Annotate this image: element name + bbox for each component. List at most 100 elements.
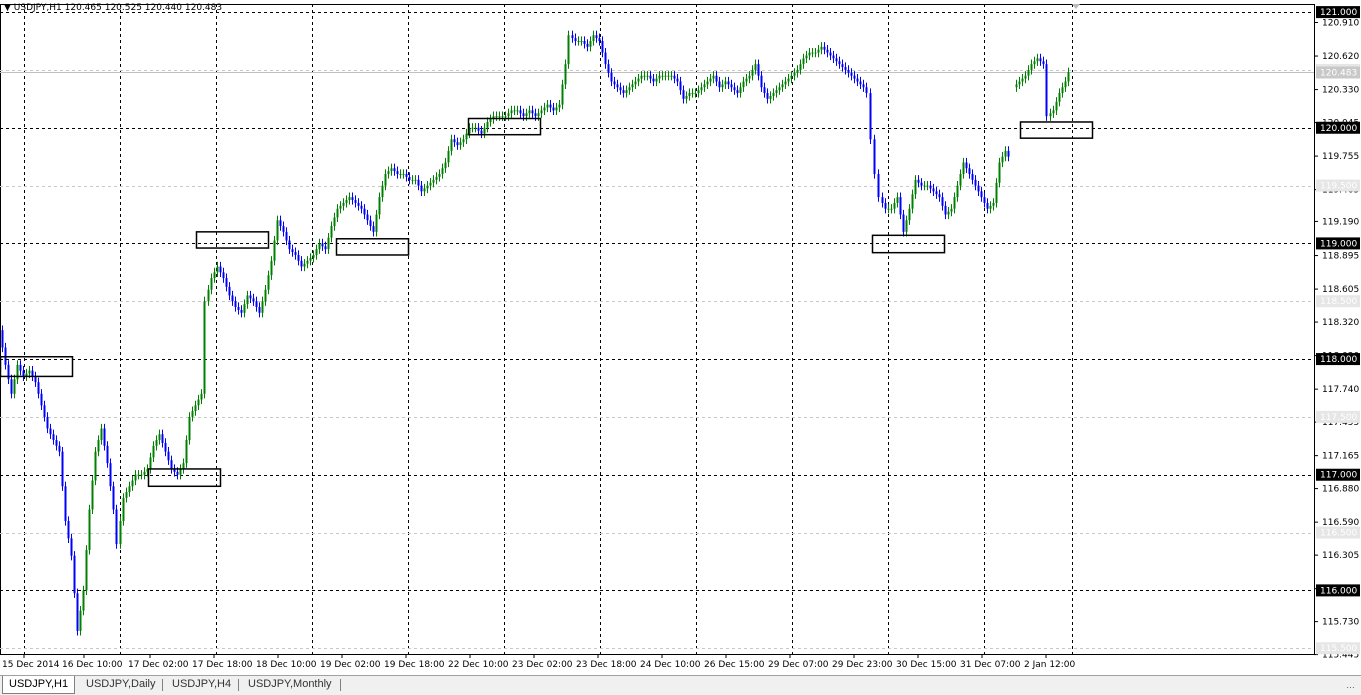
price-tick-label: 119.190 — [1322, 217, 1359, 227]
scroll-grip-icon[interactable]: … — [1325, 680, 1355, 690]
candle-body — [552, 107, 555, 111]
candle-body — [222, 272, 225, 279]
candle-body — [808, 52, 811, 56]
candle-body — [444, 162, 447, 169]
candle-body — [372, 226, 375, 232]
triangle-down-icon[interactable]: ▼ — [4, 3, 11, 13]
candle-body — [70, 538, 73, 556]
candle-body — [595, 35, 598, 39]
tab-usdjpy-h4[interactable]: USDJPY,H4 — [166, 676, 237, 694]
candle-body — [441, 168, 444, 175]
candle-body — [46, 416, 49, 429]
candle-body — [152, 445, 155, 458]
support-resistance-box — [335, 238, 410, 256]
candle-body — [450, 139, 453, 151]
candle-body — [303, 263, 306, 267]
candle-body — [531, 110, 534, 114]
candle-body — [592, 35, 595, 42]
candle-body — [667, 75, 670, 77]
candle-body — [37, 382, 40, 394]
candle-body — [528, 110, 531, 114]
candle-body — [459, 142, 462, 146]
candle-body — [369, 220, 372, 227]
candle-body — [953, 197, 956, 209]
candle-body — [58, 445, 61, 452]
candle-body — [1067, 72, 1070, 82]
time-tick-label: 23 Dec 18:00 — [576, 660, 637, 670]
candle-body — [405, 174, 408, 177]
candle-body — [291, 249, 294, 253]
candle-body — [1001, 156, 1004, 163]
chart-area[interactable]: 120.910120.620120.330120.045119.755119.4… — [0, 0, 1361, 675]
candle-body — [920, 182, 923, 186]
candle-body — [534, 113, 537, 117]
tab-usdjpy-daily[interactable]: USDJPY,Daily — [80, 676, 162, 694]
candle-body — [411, 179, 414, 181]
candle-body — [715, 75, 718, 82]
candle-body — [137, 474, 140, 476]
candle-body — [423, 188, 426, 192]
candle-body — [91, 480, 94, 510]
candle-body — [628, 87, 631, 91]
candle-body — [1058, 93, 1061, 102]
level-tag-label: 119.000 — [1320, 239, 1357, 249]
tab-usdjpy-h1[interactable]: USDJPY,H1 — [2, 676, 76, 694]
candle-body — [932, 188, 935, 192]
candle-body — [297, 254, 300, 261]
price-chart[interactable]: 120.910120.620120.330120.045119.755119.4… — [0, 0, 1361, 675]
candle-body — [1018, 81, 1021, 85]
candle-body — [923, 185, 926, 187]
candle-body — [327, 237, 330, 250]
gray-level-tag-label: 117.500 — [1320, 413, 1357, 423]
candle-body — [309, 257, 312, 261]
candle-body — [995, 182, 998, 203]
candle-body — [207, 289, 210, 302]
candle-body — [742, 81, 745, 88]
candle-body — [643, 75, 646, 77]
candle-body — [862, 84, 865, 88]
candle-body — [679, 81, 682, 91]
candle-body — [447, 150, 450, 163]
candle-body — [85, 549, 88, 591]
candle-body — [462, 139, 465, 143]
tab-usdjpy-monthly[interactable]: USDJPY,Monthly — [242, 676, 338, 694]
candle-body — [519, 110, 522, 114]
candle-body — [1045, 64, 1048, 117]
candle-body — [905, 220, 908, 232]
candle-body — [1055, 101, 1058, 111]
candle-body — [182, 463, 185, 469]
candle-body — [616, 84, 619, 88]
candle-body — [685, 95, 688, 99]
gray-level-tag-label: 116.500 — [1320, 529, 1357, 539]
candle-body — [19, 364, 22, 371]
candle-body — [336, 208, 339, 218]
candle-body — [859, 81, 862, 85]
candle-body — [1024, 75, 1027, 79]
candle-body — [73, 555, 76, 594]
candle-body — [453, 139, 456, 143]
candle-body — [31, 370, 34, 377]
candle-body — [884, 202, 887, 209]
candle-body — [393, 168, 396, 172]
candle-body — [619, 87, 622, 91]
candle-body — [414, 179, 417, 181]
candle-body — [899, 197, 902, 215]
candle-body — [775, 90, 778, 94]
candle-body — [507, 113, 510, 117]
candle-body — [131, 480, 134, 487]
candle-body — [498, 116, 501, 118]
candle-body — [571, 35, 574, 39]
candle-body — [938, 194, 941, 198]
level-tag-label: 121.000 — [1320, 8, 1357, 18]
candle-body — [941, 197, 944, 206]
candle-body — [381, 185, 384, 198]
time-tick-label: 17 Dec 02:00 — [128, 660, 189, 670]
candle-body — [784, 81, 787, 85]
candle-body — [228, 286, 231, 296]
price-tick-label: 120.330 — [1322, 86, 1359, 96]
candle-body — [480, 130, 483, 134]
candle-body — [426, 185, 429, 189]
candle-body — [829, 52, 832, 56]
candle-body — [580, 41, 583, 43]
candle-body — [94, 451, 97, 481]
